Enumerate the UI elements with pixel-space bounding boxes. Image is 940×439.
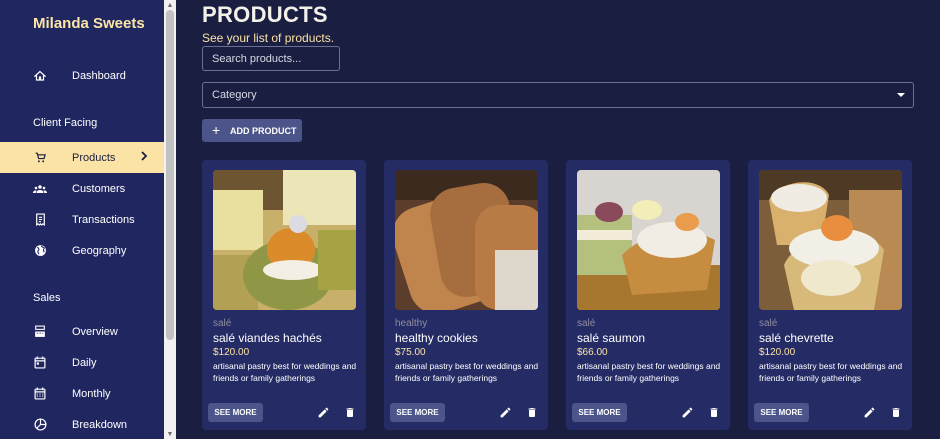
sidebar-item-geography[interactable]: Geography — [0, 235, 164, 266]
sidebar-item-daily[interactable]: Daily — [0, 347, 164, 378]
home-icon — [33, 69, 47, 83]
sidebar-item-label: Geography — [72, 244, 127, 257]
add-product-label: ADD PRODUCT — [230, 125, 297, 136]
delete-icon[interactable] — [708, 406, 720, 419]
pie-chart-icon — [33, 418, 47, 432]
page-title: PRODUCTS — [202, 2, 328, 27]
product-card: salé salé chevrette $120.00 artisanal pa… — [748, 160, 912, 430]
product-name: healthy cookies — [395, 331, 478, 345]
edit-icon[interactable] — [681, 406, 694, 419]
sidebar-item-label: Daily — [72, 356, 97, 369]
groups-icon — [33, 182, 47, 196]
sidebar-item-customers[interactable]: Customers — [0, 173, 164, 204]
see-more-button[interactable]: SEE MORE — [572, 403, 627, 422]
edit-icon[interactable] — [317, 406, 330, 419]
sidebar-item-dashboard[interactable]: Dashboard — [0, 60, 164, 91]
sidebar-item-monthly[interactable]: Monthly — [0, 378, 164, 409]
product-price: $120.00 — [213, 347, 250, 358]
add-product-button[interactable]: + ADD PRODUCT — [202, 119, 302, 142]
point-of-sale-icon — [33, 325, 47, 339]
sidebar-item-label: Transactions — [72, 213, 135, 226]
section-client-facing: Client Facing — [33, 117, 98, 129]
product-image — [759, 170, 902, 310]
delete-icon[interactable] — [526, 406, 538, 419]
product-card: salé salé viandes hachés $120.00 artisan… — [202, 160, 366, 430]
category-select-label: Category — [212, 89, 257, 101]
product-category: salé — [759, 318, 778, 329]
see-more-button[interactable]: SEE MORE — [208, 403, 263, 422]
scroll-thumb[interactable] — [166, 10, 174, 340]
caret-down-icon — [897, 93, 905, 97]
receipt-icon — [33, 213, 47, 227]
product-name: salé saumon — [577, 331, 646, 345]
shopping-cart-icon — [33, 151, 47, 165]
brand-title: Milanda Sweets — [33, 15, 145, 32]
sidebar-item-label: Dashboard — [72, 69, 126, 82]
delete-icon[interactable] — [890, 406, 902, 419]
product-description: artisanal pastry best for weddings and f… — [759, 361, 903, 383]
globe-icon — [33, 244, 47, 258]
product-image — [395, 170, 538, 310]
sidebar: Milanda Sweets Dashboard Client Facing P… — [0, 0, 164, 439]
scroll-up-icon[interactable]: ▲ — [164, 0, 176, 10]
edit-icon[interactable] — [499, 406, 512, 419]
see-more-button[interactable]: SEE MORE — [754, 403, 809, 422]
calendar-month-icon — [33, 387, 47, 401]
product-card: salé salé saumon $66.00 artisanal pastry… — [566, 160, 730, 430]
product-category: salé — [213, 318, 232, 329]
sidebar-item-label: Monthly — [72, 387, 111, 400]
product-price: $75.00 — [395, 347, 426, 358]
product-description: artisanal pastry best for weddings and f… — [577, 361, 721, 383]
product-description: artisanal pastry best for weddings and f… — [213, 361, 357, 383]
edit-icon[interactable] — [863, 406, 876, 419]
product-image — [577, 170, 720, 310]
product-category: healthy — [395, 318, 428, 329]
sidebar-item-label: Products — [72, 151, 116, 164]
product-card: healthy healthy cookies $75.00 artisanal… — [384, 160, 548, 430]
section-sales: Sales — [33, 292, 61, 304]
search-input[interactable] — [202, 46, 340, 71]
product-category: salé — [577, 318, 596, 329]
sidebar-item-label: Customers — [72, 182, 126, 195]
sidebar-item-products[interactable]: Products — [0, 142, 164, 173]
delete-icon[interactable] — [344, 406, 356, 419]
sidebar-item-breakdown[interactable]: Breakdown — [0, 409, 164, 439]
product-name: salé viandes hachés — [213, 331, 322, 345]
sidebar-item-overview[interactable]: Overview — [0, 316, 164, 347]
sidebar-item-label: Breakdown — [72, 418, 128, 431]
sidebar-item-transactions[interactable]: Transactions — [0, 204, 164, 235]
calendar-today-icon — [33, 356, 47, 370]
product-description: artisanal pastry best for weddings and f… — [395, 361, 539, 383]
see-more-button[interactable]: SEE MORE — [390, 403, 445, 422]
scroll-down-icon[interactable]: ▼ — [164, 429, 176, 439]
sidebar-item-label: Overview — [72, 325, 118, 338]
chevron-right-icon — [140, 151, 148, 164]
product-price: $66.00 — [577, 347, 608, 358]
page-subtitle: See your list of products. — [202, 31, 335, 45]
sidebar-scrollbar[interactable]: ▲ ▼ — [164, 0, 176, 439]
plus-icon: + — [212, 122, 221, 138]
product-name: salé chevrette — [759, 331, 834, 345]
product-image — [213, 170, 356, 310]
category-select[interactable]: Category — [202, 82, 914, 108]
product-price: $120.00 — [759, 347, 796, 358]
